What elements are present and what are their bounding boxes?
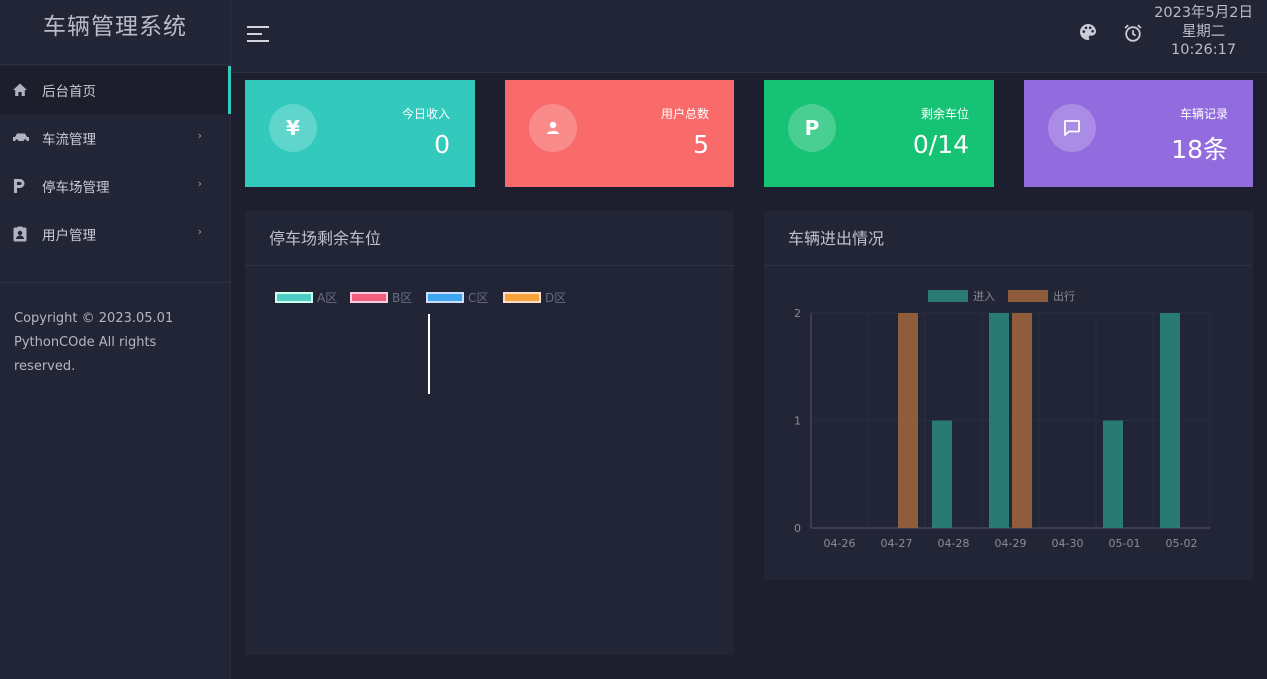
- weekday-text: 星期二: [1181, 23, 1226, 40]
- chevron-right-icon: ›: [197, 177, 202, 190]
- stat-value: 0/14: [912, 130, 969, 159]
- user-icon: [529, 104, 577, 152]
- legend-swatch: [275, 292, 313, 303]
- x-tick-label: 05-01: [1109, 537, 1141, 550]
- legend-label: 进入: [973, 290, 995, 303]
- chevron-right-icon: ›: [197, 129, 202, 142]
- copyright-line: Copyright © 2023.05.01: [14, 311, 174, 326]
- y-tick-label: 1: [794, 415, 801, 428]
- stat-label: 剩余车位: [920, 107, 969, 121]
- datetime-display: 2023年5月2日 星期二 10:26:17: [1154, 4, 1253, 60]
- stat-card-records[interactable]: 车辆记录 18条: [1024, 80, 1253, 187]
- message-icon: [1048, 104, 1096, 152]
- sidebar-menu: 后台首页 车流管理 › 停车场管理 › 用户管理 ›: [0, 66, 231, 258]
- traffic-panel: 车辆进出情况 0 1 2 04-26 04-27 04-28 04-29 04-30 05-01…: [764, 211, 1253, 580]
- chart-cursor-line: [428, 314, 430, 394]
- copyright: Copyright © 2023.05.01 PythonCOde All ri…: [0, 283, 230, 379]
- sidebar-item-label: 停车场管理: [42, 180, 110, 196]
- legend-swatch: [350, 292, 388, 303]
- panel-title: 停车场剩余车位: [245, 211, 734, 266]
- x-tick-label: 04-29: [995, 537, 1027, 550]
- sidebar-item-label: 车流管理: [42, 132, 96, 148]
- time-text: 10:26:17: [1171, 42, 1237, 58]
- x-tick-label: 04-26: [824, 537, 856, 550]
- date-text: 2023年5月2日: [1154, 5, 1253, 21]
- legend-item-a[interactable]: A区: [275, 289, 337, 306]
- parking-panel: 停车场剩余车位 A区 B区 C区 D区: [245, 211, 734, 655]
- bar-in: [1103, 420, 1123, 528]
- bar-in: [989, 313, 1009, 528]
- legend-swatch: [1008, 290, 1048, 302]
- legend-item-b[interactable]: B区: [350, 289, 412, 306]
- bar-out: [898, 313, 918, 528]
- sidebar-item-traffic[interactable]: 车流管理 ›: [0, 114, 230, 162]
- sidebar-item-label: 后台首页: [42, 84, 96, 100]
- parking-icon: P: [788, 104, 836, 152]
- sidebar: 车辆管理系统 后台首页 车流管理 › 停车场管理 › 用户管理 › Copyri…: [0, 0, 231, 679]
- legend-label: A区: [317, 291, 338, 305]
- car-icon: [12, 132, 42, 144]
- palette-icon[interactable]: [1079, 23, 1097, 45]
- traffic-bar-chart: 0 1 2 04-26 04-27 04-28 04-29 04-30 05-01 05-02 进入…: [794, 289, 1211, 550]
- stat-label: 车辆记录: [1179, 107, 1228, 121]
- sidebar-item-parking[interactable]: 停车场管理 ›: [0, 162, 230, 210]
- sidebar-item-users[interactable]: 用户管理 ›: [0, 210, 230, 258]
- sidebar-item-label: 用户管理: [42, 228, 96, 244]
- x-tick-label: 04-30: [1052, 537, 1084, 550]
- bar-out: [1012, 313, 1032, 528]
- copyright-line: PythonCOde All rights: [14, 335, 157, 350]
- menu-toggle-icon[interactable]: [247, 26, 269, 47]
- legend-label: B区: [392, 291, 413, 305]
- legend-item-c[interactable]: C区: [426, 289, 488, 306]
- legend-item-d[interactable]: D区: [503, 289, 566, 306]
- top-header: 2023年5月2日 星期二 10:26:17: [231, 0, 1267, 73]
- legend-swatch: [503, 292, 541, 303]
- x-tick-label: 04-28: [938, 537, 970, 550]
- stat-label: 用户总数: [660, 107, 709, 121]
- legend-label: C区: [468, 291, 489, 305]
- bar-in: [1160, 313, 1180, 528]
- app-title: 车辆管理系统: [0, 0, 230, 65]
- y-tick-label: 0: [794, 522, 801, 535]
- stat-value: 5: [693, 130, 709, 159]
- x-tick-label: 05-02: [1166, 537, 1198, 550]
- yen-icon: ¥: [269, 104, 317, 152]
- parking-icon: [12, 178, 42, 194]
- y-tick-label: 2: [794, 307, 801, 320]
- stat-card-income[interactable]: ¥ 今日收入 0: [245, 80, 475, 187]
- copyright-line: reserved.: [14, 359, 76, 374]
- legend-label: 出行: [1053, 289, 1075, 303]
- legend-label: D区: [545, 291, 567, 305]
- chevron-right-icon: ›: [197, 225, 202, 238]
- stat-label: 今日收入: [401, 107, 450, 121]
- user-badge-icon: [12, 226, 42, 242]
- home-icon: [12, 82, 42, 98]
- bar-in: [932, 420, 952, 528]
- stat-value: 18条: [1171, 135, 1228, 164]
- stat-card-users[interactable]: 用户总数 5: [505, 80, 734, 187]
- x-tick-label: 04-27: [881, 537, 913, 550]
- stat-value: 0: [434, 130, 450, 159]
- alarm-clock-icon[interactable]: [1123, 23, 1143, 47]
- stat-card-parking[interactable]: P 剩余车位 0/14: [764, 80, 994, 187]
- legend-swatch: [426, 292, 464, 303]
- sidebar-item-home[interactable]: 后台首页: [0, 66, 231, 114]
- legend-swatch: [928, 290, 968, 302]
- panel-title: 车辆进出情况: [764, 211, 1253, 266]
